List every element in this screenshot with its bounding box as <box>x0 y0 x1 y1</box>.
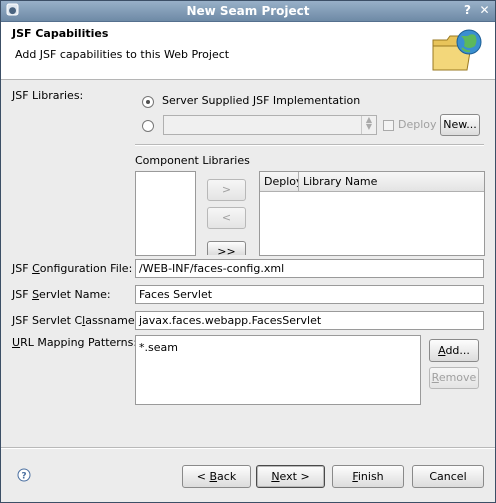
servlet-name-label: JSF Servlet Name: <box>12 288 111 301</box>
servlet-classname-input[interactable]: javax.faces.webapp.FacesServlet <box>135 311 484 330</box>
page-description: Add JSF capabilities to this Web Project <box>15 48 230 61</box>
footer-separator <box>1 447 495 449</box>
svg-text:?: ? <box>21 472 26 482</box>
add-all-libraries-button[interactable]: >> <box>207 241 246 255</box>
cancel-button[interactable]: Cancel <box>412 465 484 488</box>
server-supplied-radio[interactable] <box>142 96 154 108</box>
server-supplied-label: Server Supplied JSF Implementation <box>162 94 361 107</box>
url-mapping-list[interactable]: *.seam <box>135 335 421 405</box>
help-icon[interactable]: ? <box>17 468 31 482</box>
url-mapping-label: URL Mapping Patterns: <box>12 336 138 349</box>
page-title: JSF Capabilities <box>12 27 109 40</box>
servlet-name-input[interactable]: Faces Servlet <box>135 285 484 304</box>
window-title: New Seam Project <box>186 4 310 18</box>
add-library-button[interactable]: > <box>207 179 246 201</box>
list-item[interactable]: *.seam <box>139 341 178 354</box>
dialog-window: ● New Seam Project ? ✕ JSF Capabilities … <box>0 0 496 503</box>
wizard-header: JSF Capabilities Add JSF capabilities to… <box>1 22 495 80</box>
selected-libraries-table[interactable]: Deploy Library Name <box>259 171 485 256</box>
next-button[interactable]: Next > <box>256 465 325 488</box>
servlet-classname-label: JSF Servlet Classname: <box>12 314 139 327</box>
add-pattern-button[interactable]: Add... <box>429 339 479 362</box>
library-combo[interactable]: ▲ ▼ <box>163 115 377 135</box>
config-file-label: JSF Configuration File: <box>12 262 133 275</box>
title-bar[interactable]: ● New Seam Project ? ✕ <box>1 1 495 22</box>
column-library-name[interactable]: Library Name <box>299 172 484 192</box>
remove-pattern-button[interactable]: Remove <box>429 367 479 389</box>
combo-arrows-icon: ▲ ▼ <box>361 116 376 134</box>
finish-button[interactable]: Finish <box>332 465 404 488</box>
back-button[interactable]: < Back <box>182 465 251 488</box>
separator <box>135 144 484 146</box>
folder-globe-icon <box>432 29 482 71</box>
column-deploy[interactable]: Deploy <box>260 172 299 192</box>
config-file-input[interactable]: /WEB-INF/faces-config.xml <box>135 259 484 278</box>
deploy-label: Deploy <box>398 118 437 131</box>
jsf-libraries-label: JSF Libraries: <box>12 89 84 102</box>
component-libraries-label: Component Libraries <box>135 154 250 167</box>
new-library-button[interactable]: New... <box>440 114 480 136</box>
deploy-checkbox[interactable] <box>383 120 394 131</box>
close-icon[interactable]: ✕ <box>477 3 492 18</box>
available-libraries-list[interactable] <box>135 171 196 256</box>
library-radio[interactable] <box>142 120 154 132</box>
remove-library-button[interactable]: < <box>207 207 246 229</box>
help-title-icon[interactable]: ? <box>460 3 475 18</box>
